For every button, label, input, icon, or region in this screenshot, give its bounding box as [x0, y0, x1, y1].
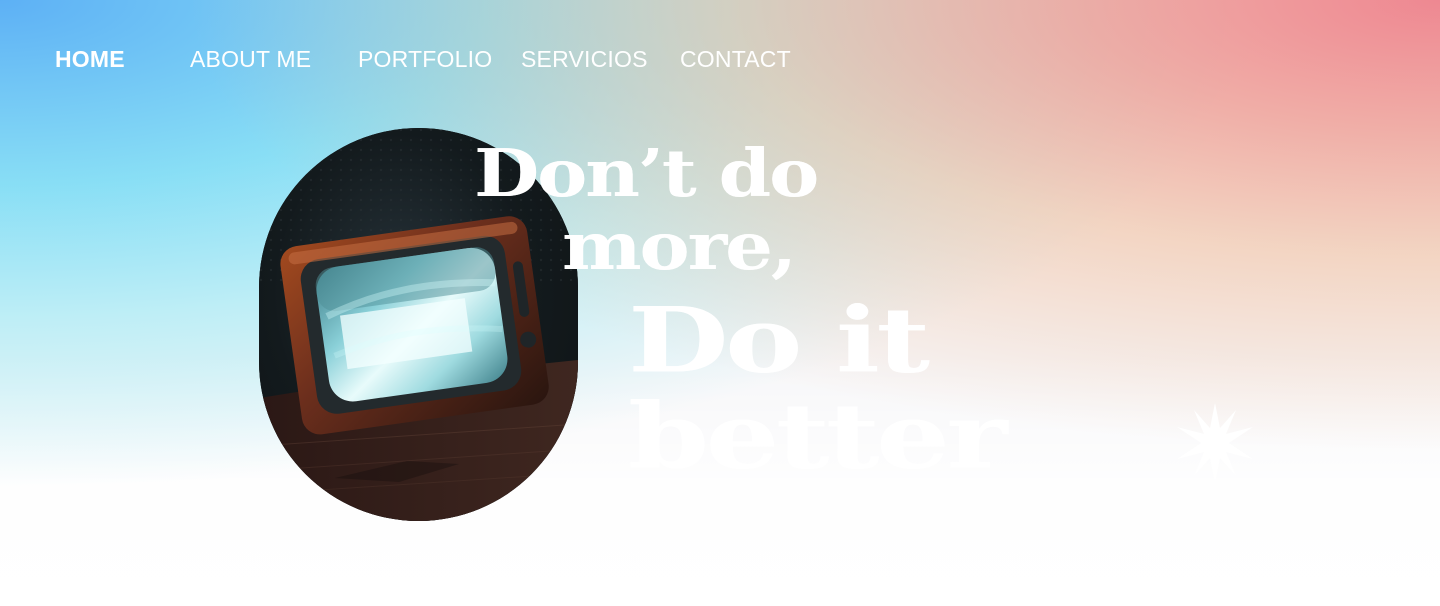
hero-copy: Don’t do more, Do it better [0, 0, 1440, 606]
sparkle-icon [1177, 403, 1253, 483]
nav-item-servicios[interactable]: SERVICIOS [521, 44, 648, 74]
main-navigation: HOME ABOUT ME PORTFOLIO SERVICIOS CONTAC… [0, 44, 1440, 74]
retro-tv-illustration [259, 128, 578, 521]
retro-tv-image [259, 128, 578, 521]
headline-line-3: Do it [628, 287, 930, 394]
nav-item-about-me[interactable]: ABOUT ME [190, 44, 311, 74]
nav-item-home[interactable]: HOME [55, 44, 125, 74]
nav-item-portfolio[interactable]: PORTFOLIO [358, 44, 492, 74]
nav-item-contact[interactable]: CONTACT [680, 44, 791, 74]
headline-line-4: better [628, 383, 1008, 490]
headline-line-2: more, [562, 207, 797, 285]
